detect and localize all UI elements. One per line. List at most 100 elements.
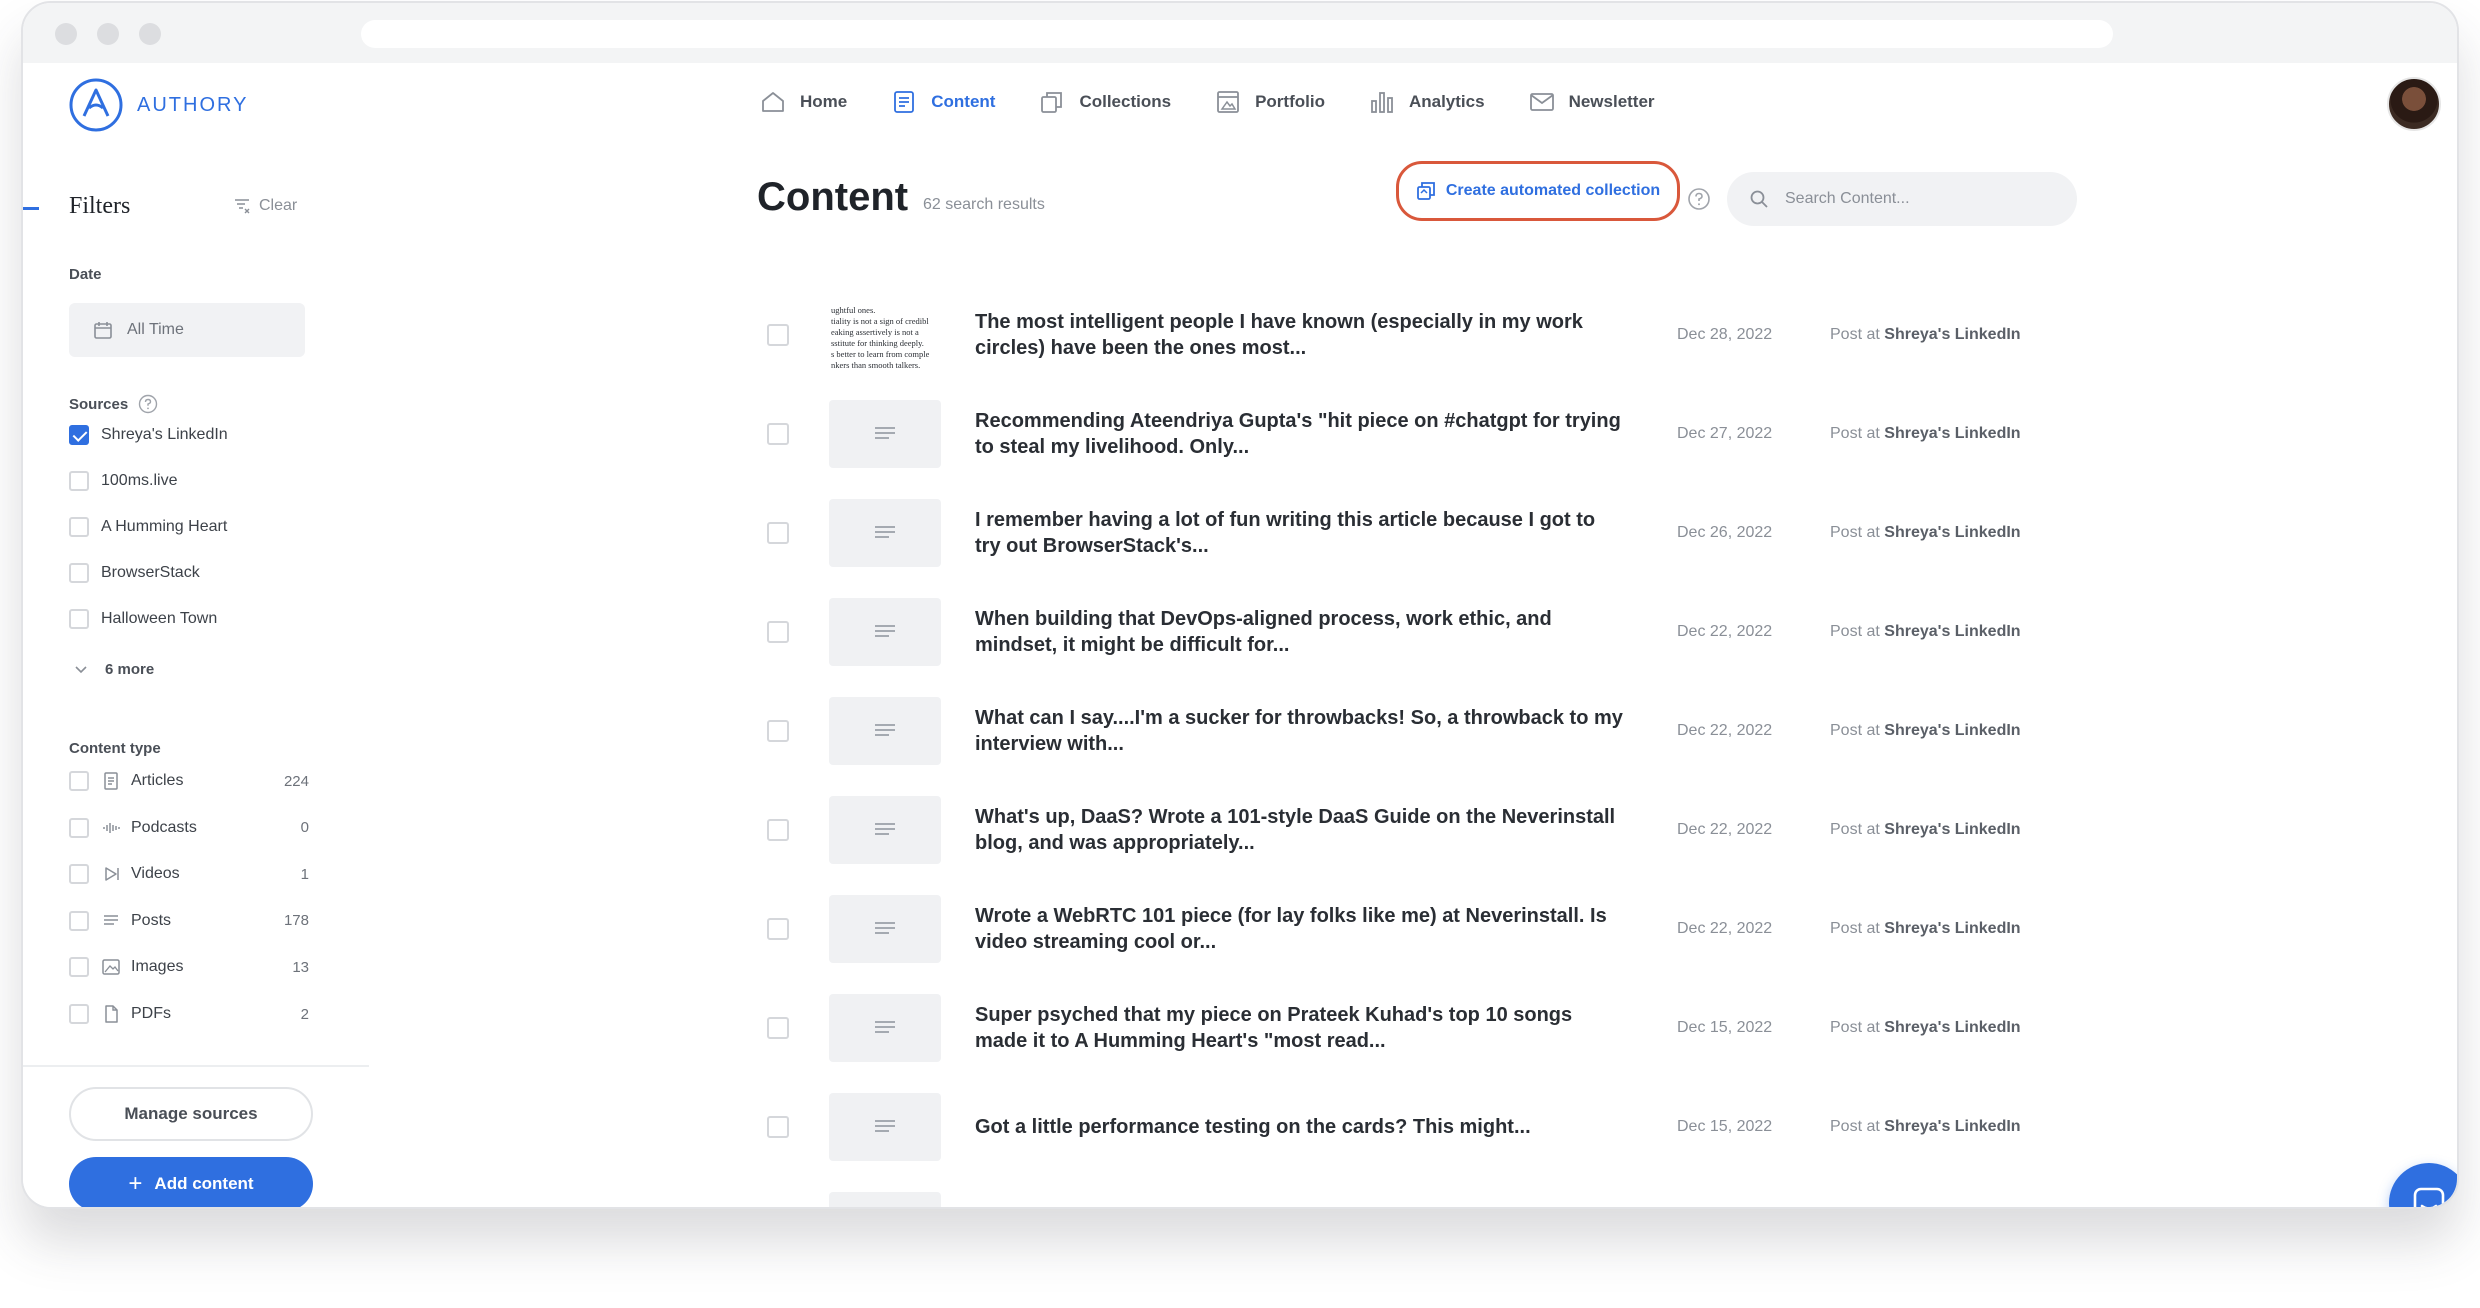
row-select-checkbox[interactable] — [767, 917, 789, 940]
user-avatar[interactable] — [2387, 77, 2441, 131]
content-type-label: Posts — [131, 911, 172, 929]
content-row[interactable]: When building that DevOps-aligned proces… — [757, 582, 2087, 681]
content-date: Dec 26, 2022 — [1677, 523, 1773, 541]
create-automated-collection-label: Create automated collection — [1445, 182, 1661, 199]
content-type-checkbox[interactable] — [69, 910, 89, 931]
content-title[interactable]: The most intelligent people I have known… — [975, 309, 1625, 361]
clear-filters-button[interactable]: Clear — [233, 197, 297, 215]
row-select-checkbox[interactable] — [767, 818, 789, 841]
source-checkbox[interactable] — [69, 609, 89, 629]
content-row[interactable]: Super psyched that my piece on Prateek K… — [757, 978, 2087, 1077]
content-row[interactable]: What's up, DaaS? Wrote a 101-style DaaS … — [757, 780, 2087, 879]
nav-analytics[interactable]: Analytics — [1369, 89, 1485, 115]
content-type-filter-item[interactable]: Images 13 — [69, 957, 309, 978]
add-content-button[interactable]: + Add content — [69, 1157, 313, 1207]
content-type-filter-item[interactable]: Articles 224 — [69, 771, 309, 791]
source-prefix: Post at — [1830, 1117, 1880, 1135]
content-type-checkbox[interactable] — [69, 957, 89, 978]
row-select-checkbox[interactable] — [767, 521, 789, 544]
newsletter-icon — [1529, 93, 1554, 111]
source-filter-item[interactable]: A Humming Heart — [69, 517, 309, 537]
manage-sources-button[interactable]: Manage sources — [69, 1087, 313, 1141]
content-row[interactable]: Throwback to when I discovered Korean hi… — [757, 1176, 2087, 1207]
content-row[interactable]: Recommending Ateendriya Gupta's "hit pie… — [757, 384, 2087, 483]
nav-content[interactable]: Content — [891, 89, 995, 115]
show-more-sources[interactable]: 6 more — [73, 661, 154, 678]
content-type-checkbox[interactable] — [69, 817, 89, 838]
source-checkbox[interactable] — [69, 425, 89, 445]
source-name[interactable]: Shreya's LinkedIn — [1884, 326, 2020, 343]
source-name[interactable]: Shreya's LinkedIn — [1884, 722, 2020, 739]
content-title[interactable]: Got a little performance testing on the … — [975, 1114, 1625, 1140]
source-checkbox[interactable] — [69, 517, 89, 537]
nav-newsletter[interactable]: Newsletter — [1529, 89, 1655, 115]
content-source: Post at Shreya's LinkedIn — [1830, 821, 2021, 839]
date-range-select[interactable]: All Time — [69, 303, 305, 357]
content-title[interactable]: What can I say....I'm a sucker for throw… — [975, 705, 1625, 757]
row-select-checkbox[interactable] — [767, 1115, 789, 1138]
sources-help-icon[interactable] — [138, 394, 158, 414]
analytics-icon — [1371, 92, 1393, 113]
content-date: Dec 22, 2022 — [1677, 622, 1773, 640]
content-title[interactable]: What's up, DaaS? Wrote a 101-style DaaS … — [975, 804, 1625, 856]
date-section-label: Date — [69, 266, 102, 283]
content-type-filter-item[interactable]: PDFs 2 — [69, 1004, 309, 1024]
source-name[interactable]: Shreya's LinkedIn — [1884, 623, 2020, 640]
source-filter-item[interactable]: 100ms.live — [69, 471, 309, 491]
source-name[interactable]: Shreya's LinkedIn — [1884, 1118, 2020, 1135]
content-type-checkbox[interactable] — [69, 864, 89, 885]
content-type-filter-item[interactable]: Videos 1 — [69, 864, 309, 885]
content-title[interactable]: Recommending Ateendriya Gupta's "hit pie… — [975, 408, 1625, 460]
source-name[interactable]: Shreya's LinkedIn — [1884, 821, 2020, 838]
row-select-checkbox[interactable] — [767, 323, 789, 346]
calendar-icon — [94, 322, 112, 339]
row-select-checkbox[interactable] — [767, 1016, 789, 1039]
content-row[interactable]: Got a little performance testing on the … — [757, 1077, 2087, 1176]
content-type-checkbox[interactable] — [69, 1004, 89, 1024]
url-bar[interactable] — [361, 20, 2113, 48]
create-automated-collection-button[interactable]: Create automated collection — [1396, 161, 1680, 221]
search-content-box[interactable] — [1727, 172, 2077, 226]
help-icon[interactable] — [1687, 187, 1711, 211]
source-filter-item[interactable]: BrowserStack — [69, 563, 309, 583]
content-title[interactable]: When building that DevOps-aligned proces… — [975, 606, 1625, 658]
post-lines-icon — [875, 921, 895, 934]
source-name[interactable]: Shreya's LinkedIn — [1884, 524, 2020, 541]
source-name[interactable]: Shreya's LinkedIn — [1884, 1019, 2020, 1036]
row-select-checkbox[interactable] — [767, 620, 789, 643]
content-type-label: Videos — [131, 865, 180, 883]
source-checkbox[interactable] — [69, 563, 89, 583]
search-input[interactable] — [1785, 190, 2055, 208]
source-filter-item[interactable]: Halloween Town — [69, 609, 309, 629]
show-more-label: 6 more — [105, 661, 155, 678]
content-title[interactable]: Wrote a WebRTC 101 piece (for lay folks … — [975, 903, 1625, 955]
content-row[interactable]: What can I say....I'm a sucker for throw… — [757, 681, 2087, 780]
maximize-window-dot[interactable] — [139, 23, 161, 45]
source-filter-item[interactable]: Shreya's LinkedIn — [69, 425, 309, 445]
nav-portfolio[interactable]: Portfolio — [1215, 89, 1325, 115]
content-type-filter-item[interactable]: Podcasts 0 — [69, 817, 309, 838]
row-select-checkbox[interactable] — [767, 422, 789, 445]
row-select-checkbox[interactable] — [767, 719, 789, 742]
content-type-checkbox[interactable] — [69, 771, 89, 791]
content-type-filter-item[interactable]: Posts 178 — [69, 910, 309, 931]
content-title[interactable]: I remember having a lot of fun writing t… — [975, 507, 1625, 559]
source-name[interactable]: Shreya's LinkedIn — [1884, 920, 2020, 937]
content-source: Post at Shreya's LinkedIn — [1830, 623, 2021, 641]
content-row[interactable]: ughtful ones. tiality is not a sign of c… — [757, 285, 2087, 384]
nav-home[interactable]: Home — [760, 89, 847, 115]
source-prefix: Post at — [1830, 721, 1880, 739]
content-row[interactable]: I remember having a lot of fun writing t… — [757, 483, 2087, 582]
nav-collections[interactable]: Collections — [1039, 89, 1171, 115]
source-checkbox[interactable] — [69, 471, 89, 491]
content-title[interactable]: Super psyched that my piece on Prateek K… — [975, 1002, 1625, 1054]
close-window-dot[interactable] — [55, 23, 77, 45]
chat-icon — [2413, 1187, 2445, 1207]
content-row[interactable]: Wrote a WebRTC 101 piece (for lay folks … — [757, 879, 2087, 978]
date-range-value: All Time — [127, 321, 184, 338]
chat-support-button[interactable] — [2389, 1163, 2457, 1207]
post-lines-icon — [875, 1119, 895, 1132]
minimize-window-dot[interactable] — [97, 23, 119, 45]
source-name[interactable]: Shreya's LinkedIn — [1884, 425, 2020, 442]
content-source: Post at Shreya's LinkedIn — [1830, 920, 2021, 938]
